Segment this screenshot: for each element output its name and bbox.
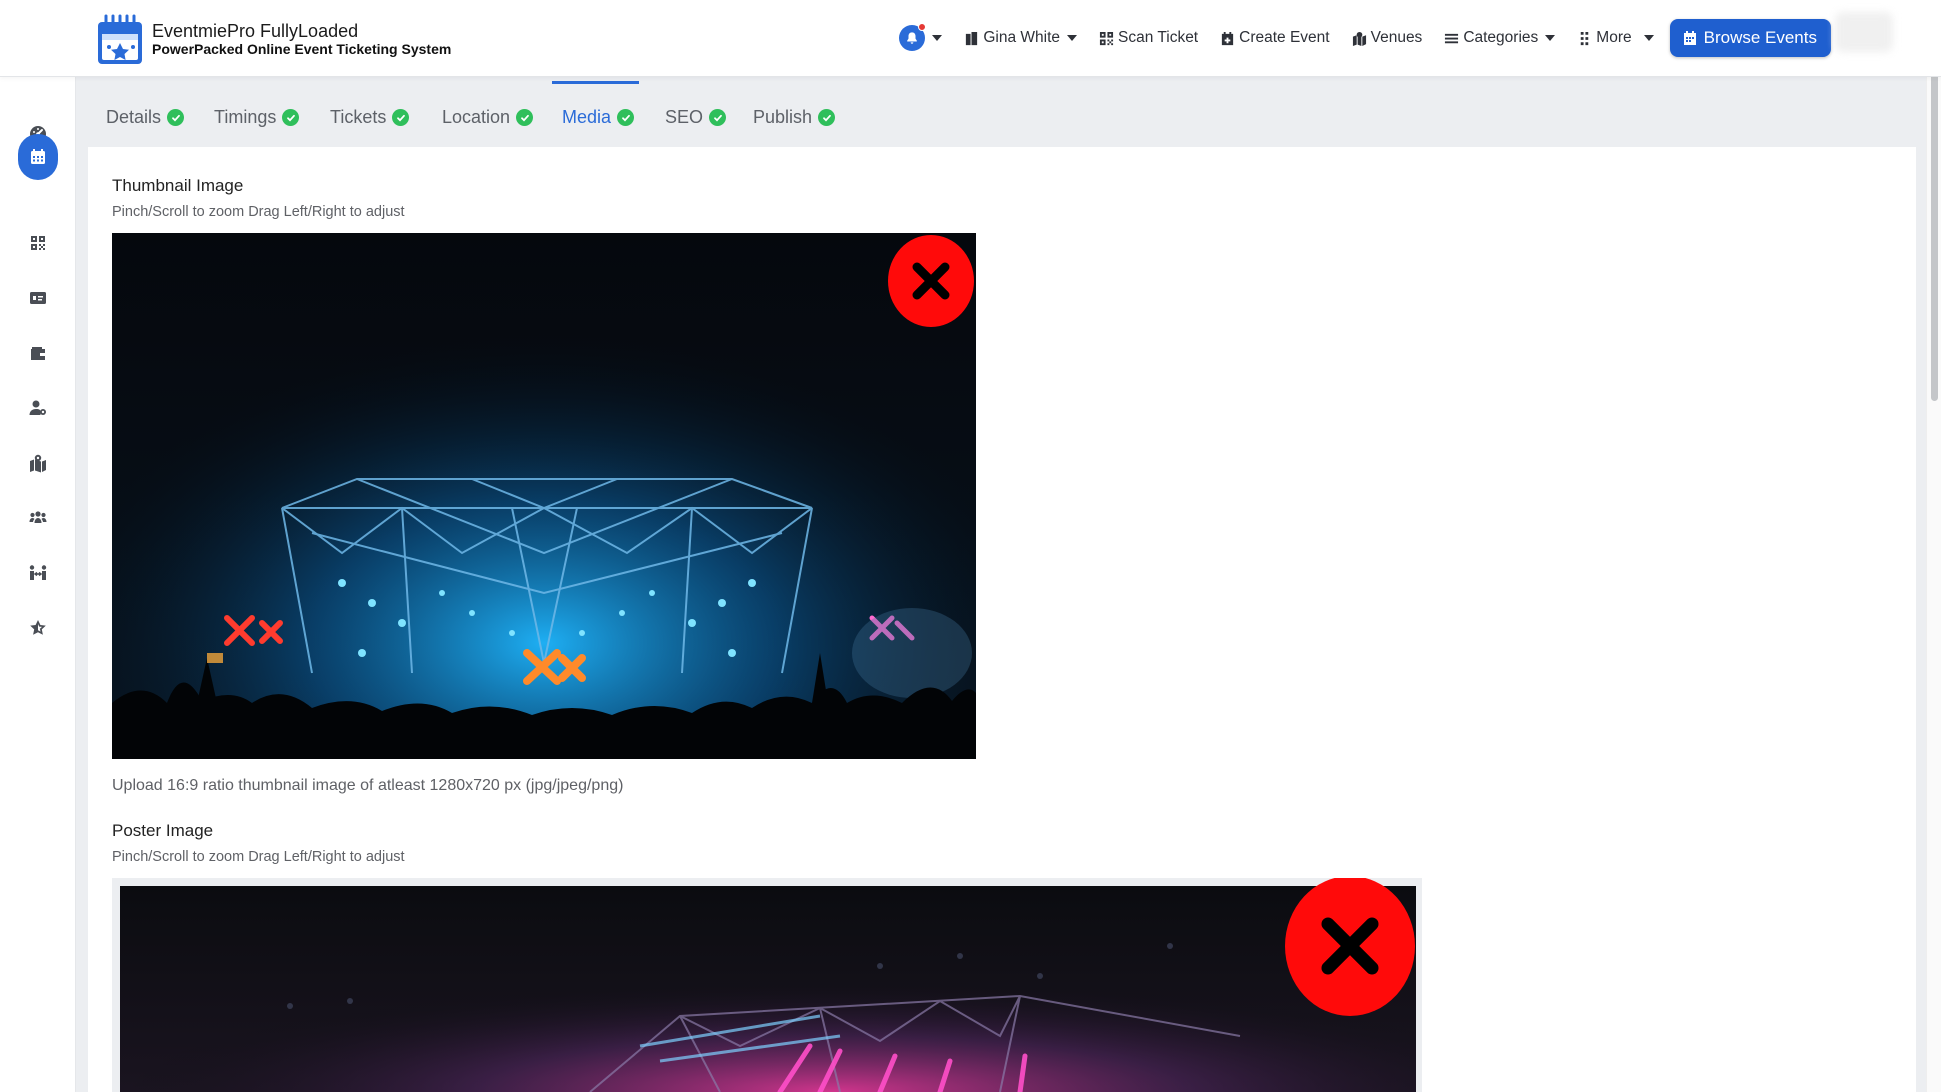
bell-icon — [899, 23, 927, 51]
tab-label: Tickets — [330, 107, 387, 127]
notification-dot — [918, 23, 927, 31]
tab-tickets[interactable]: Tickets — [330, 107, 410, 128]
close-icon — [912, 262, 950, 300]
tab-publish[interactable]: Publish — [753, 107, 836, 128]
scan-ticket-label: Scan Ticket — [1118, 29, 1199, 46]
scan-ticket-link[interactable]: Scan Ticket — [1099, 29, 1198, 47]
tab-timings[interactable]: Timings — [214, 107, 300, 128]
remove-thumbnail-button[interactable] — [888, 235, 974, 327]
create-event-label: Create Event — [1239, 29, 1330, 46]
building-icon — [966, 31, 978, 45]
tab-details[interactable]: Details — [106, 107, 185, 128]
map-marked-icon — [1352, 31, 1366, 46]
check-circle-icon — [617, 109, 635, 126]
check-circle-icon — [282, 109, 300, 126]
tab-label: Details — [106, 107, 162, 127]
chevron-down-icon — [1067, 35, 1077, 41]
venues-link[interactable]: Venues — [1352, 29, 1423, 47]
chevron-down-icon — [932, 35, 943, 41]
chevron-down-icon — [1545, 35, 1556, 41]
poster-concert-image — [120, 886, 1416, 1092]
more-dropdown[interactable]: More — [1577, 29, 1654, 47]
more-label: More — [1596, 29, 1632, 46]
calendar-icon — [1683, 31, 1696, 45]
qrcode-icon[interactable] — [18, 223, 58, 263]
active-tab-indicator — [552, 81, 639, 84]
tab-seo[interactable]: SEO — [665, 107, 727, 128]
concert-image — [112, 233, 976, 759]
star-icon[interactable] — [18, 608, 58, 648]
browse-events-button[interactable]: Browse Events — [1669, 19, 1831, 57]
browse-events-label: Browse Events — [1703, 28, 1817, 47]
blurred-element — [1835, 12, 1893, 52]
tab-label: Location — [442, 107, 511, 127]
users-icon[interactable] — [18, 498, 58, 538]
poster-hint: Pinch/Scroll to zoom Drag Left/Right to … — [112, 849, 405, 865]
tab-label: Timings — [214, 107, 277, 127]
tab-label: Publish — [753, 107, 813, 127]
check-circle-icon — [818, 109, 836, 126]
brand[interactable]: EventmiePro FullyLoaded PowerPacked Onli… — [96, 12, 451, 66]
bars-icon — [1445, 33, 1459, 43]
check-circle-icon — [392, 109, 410, 126]
top-navbar: EventmiePro FullyLoaded PowerPacked Onli… — [0, 0, 1941, 77]
tab-media[interactable]: Media — [562, 107, 635, 128]
check-circle-icon — [709, 109, 727, 126]
notifications-dropdown[interactable] — [899, 23, 943, 51]
tab-label: Media — [562, 107, 612, 127]
main-content: Details Timings Tickets Location Media S… — [88, 77, 1916, 1092]
poster-image-cropper[interactable] — [112, 878, 1422, 1092]
thumbnail-image-cropper[interactable] — [112, 233, 976, 759]
check-circle-icon — [516, 109, 534, 126]
user-menu[interactable]: Gina White — [964, 29, 1077, 47]
thumbnail-help-text: Upload 16:9 ratio thumbnail image of atl… — [112, 777, 624, 794]
user-cog-icon[interactable] — [18, 388, 58, 428]
poster-label: Poster Image — [112, 821, 214, 840]
nav-menu: Gina White Scan Ticket Create Event Venu… — [899, 19, 1831, 57]
ticket-icon[interactable] — [18, 278, 58, 318]
scrollbar-thumb[interactable] — [1931, 56, 1938, 401]
wallet-icon[interactable] — [18, 333, 58, 373]
page-scrollbar[interactable] — [1926, 0, 1941, 1092]
tab-location[interactable]: Location — [442, 107, 534, 128]
categories-label: Categories — [1463, 29, 1539, 46]
brand-title: EventmiePro FullyLoaded — [152, 20, 359, 41]
chevron-down-icon — [1643, 35, 1654, 41]
create-event-link[interactable]: Create Event — [1220, 29, 1330, 47]
check-circle-icon — [167, 109, 185, 126]
people-arrows-icon[interactable] — [18, 553, 58, 593]
calendar-plus-icon — [1222, 31, 1234, 45]
left-sidebar — [0, 77, 76, 1092]
brand-subtitle: PowerPacked Online Event Ticketing Syste… — [152, 41, 452, 58]
thumbnail-hint: Pinch/Scroll to zoom Drag Left/Right to … — [112, 204, 405, 220]
calendar-icon[interactable] — [18, 134, 58, 180]
user-name: Gina White — [983, 29, 1060, 46]
close-icon — [1321, 917, 1379, 975]
grip-icon — [1581, 31, 1589, 45]
remove-poster-button[interactable] — [1285, 878, 1415, 1016]
qrcode-icon — [1099, 31, 1114, 45]
tab-label: SEO — [665, 107, 704, 127]
brand-logo-icon — [96, 12, 144, 66]
thumbnail-label: Thumbnail Image — [112, 176, 244, 195]
map-marked-icon[interactable] — [18, 443, 58, 483]
categories-dropdown[interactable]: Categories — [1444, 29, 1556, 47]
event-tabs: Details Timings Tickets Location Media S… — [88, 77, 1916, 147]
venues-label: Venues — [1370, 29, 1423, 46]
